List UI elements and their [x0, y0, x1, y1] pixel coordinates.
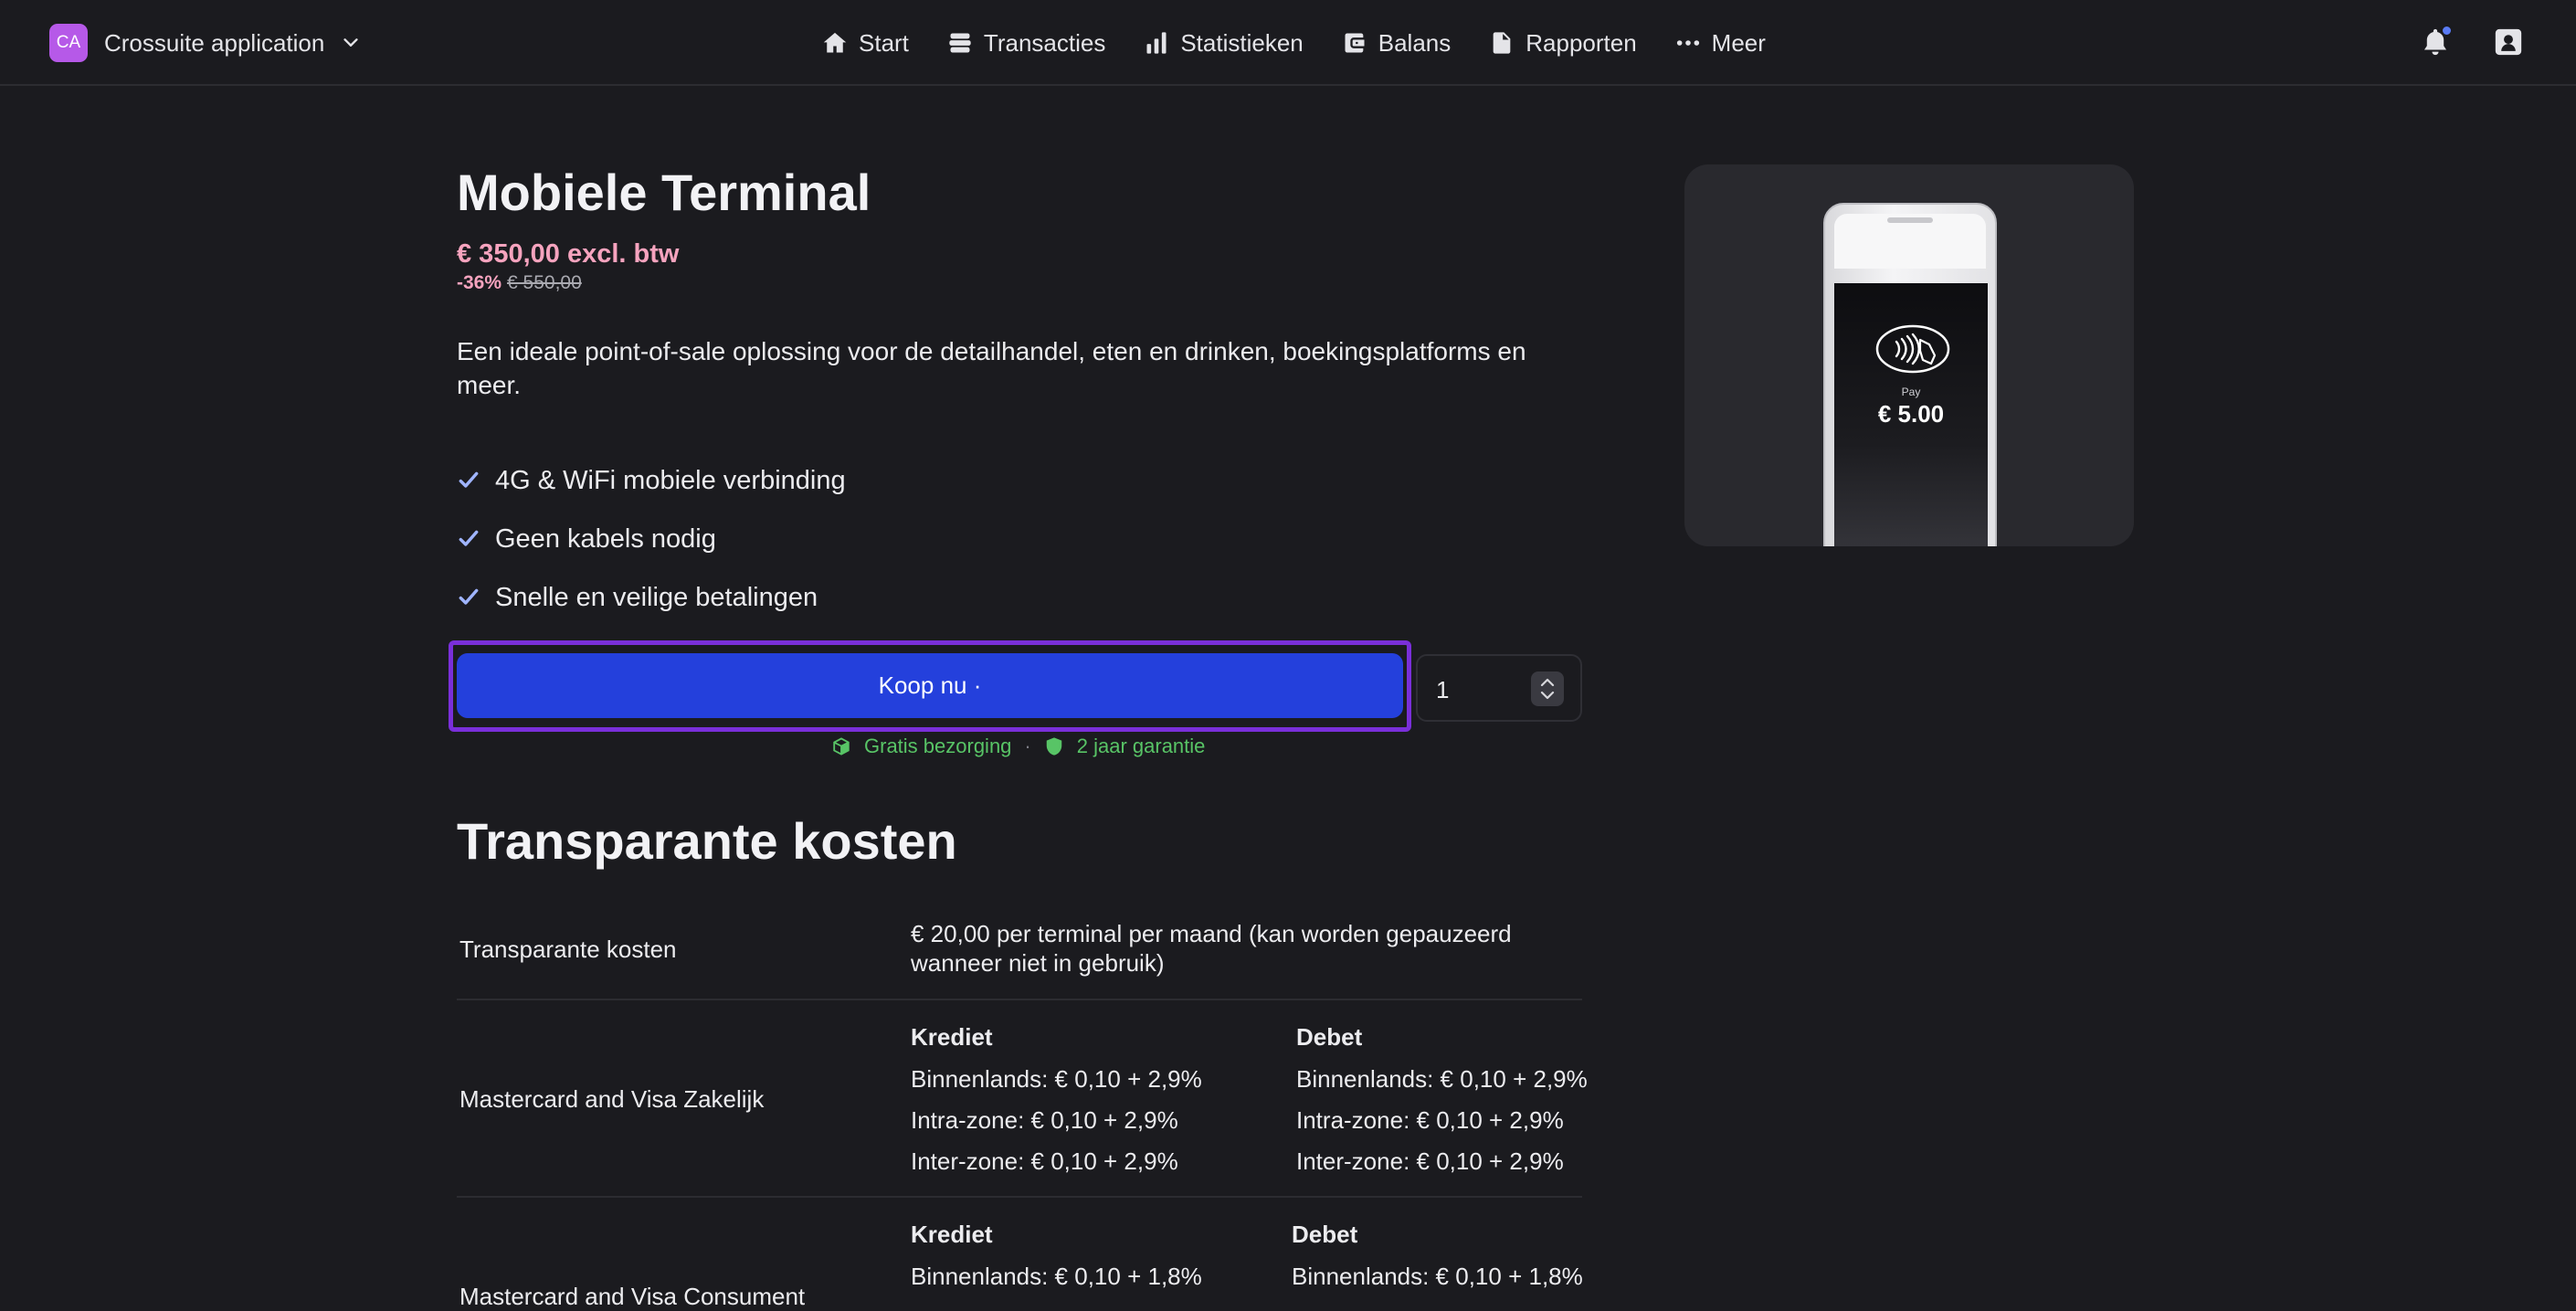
checkmark-icon — [459, 588, 479, 605]
debit-line: Binnenlands: € 0,10 + 2,9% — [1296, 1065, 1588, 1093]
nav-item-label: Statistieken — [1180, 28, 1304, 57]
product-price: € 350,00 excl. btw — [457, 239, 680, 269]
terminal-top — [1834, 214, 1986, 269]
product-image: Pay € 5.00 — [1684, 164, 2134, 546]
nav-item-label: Rapporten — [1526, 28, 1637, 57]
feature-label: 4G & WiFi mobiele verbinding — [495, 465, 846, 495]
terminal-screen: Pay € 5.00 — [1834, 283, 1988, 546]
quantity-stepper[interactable]: 1 — [1416, 654, 1582, 722]
nav-item-start[interactable]: Start — [822, 29, 909, 58]
credit-line: Inter-zone: € 0,10 + 2,9% — [911, 1147, 1178, 1175]
feature-item: Geen kabels nodig — [457, 510, 846, 568]
feature-label: Snelle en veilige betalingen — [495, 582, 818, 612]
credit-heading: Krediet — [911, 1221, 993, 1248]
terminal-illustration: Pay € 5.00 — [1823, 203, 1997, 546]
document-icon — [1493, 32, 1511, 54]
cost-row-label: Mastercard and Visa Zakelijk — [459, 1085, 765, 1113]
quantity-stepper-arrows[interactable] — [1531, 671, 1564, 706]
cost-row-text: € 20,00 per terminal per maand (kan word… — [911, 920, 1512, 977]
app-name: Crossuite application — [104, 28, 325, 57]
debit-heading: Debet — [1296, 1023, 1363, 1051]
notification-dot — [2441, 25, 2453, 37]
nav-item-label: Balans — [1378, 28, 1452, 57]
terminal-speaker — [1887, 217, 1933, 223]
credit-line: Intra-zone: € 0,10 + 2,9% — [911, 1106, 1178, 1134]
user-icon — [2495, 28, 2522, 56]
nav-item-balans[interactable]: Balans — [1342, 28, 1452, 58]
chevron-down-icon — [343, 38, 358, 47]
perks-line: Gratis bezorging · 2 jaar garantie — [831, 735, 1205, 758]
app-switcher[interactable]: CA Crossuite application — [49, 23, 361, 63]
more-dots-icon — [1676, 40, 1699, 46]
home-icon — [823, 32, 847, 53]
nav-item-label: Transacties — [983, 28, 1106, 57]
bar-chart-icon — [1146, 32, 1167, 54]
nav-item-label: Start — [859, 28, 909, 57]
nav-item-statistieken[interactable]: Statistieken — [1144, 28, 1304, 58]
credit-heading: Krediet — [911, 1023, 993, 1051]
feature-item: Snelle en veilige betalingen — [457, 568, 846, 627]
debit-line: Inter-zone: € 0,10 + 2,9% — [1296, 1147, 1564, 1175]
row-divider — [457, 999, 1582, 1000]
warranty-label: 2 jaar garantie — [1076, 735, 1206, 757]
main-nav: Start Transacties Statistieken Balans Ra… — [822, 20, 1766, 66]
feature-list: 4G & WiFi mobiele verbinding Geen kabels… — [457, 451, 846, 627]
shield-icon — [1046, 737, 1061, 756]
costs-heading: Transparante kosten — [457, 812, 957, 870]
debit-heading: Debet — [1292, 1221, 1358, 1248]
checkmark-icon — [459, 471, 479, 488]
perk-separator: · — [1024, 735, 1031, 757]
notifications-button[interactable] — [2417, 24, 2454, 60]
checkmark-icon — [459, 530, 479, 546]
stack-icon — [949, 33, 971, 53]
free-delivery-label: Gratis bezorging — [864, 735, 1012, 757]
product-description: Een ideale point-of-sale oplossing voor … — [457, 337, 1526, 399]
nav-item-rapporten[interactable]: Rapporten — [1489, 28, 1637, 58]
buy-now-button[interactable]: Koop nu · — [457, 653, 1403, 718]
credit-line: Binnenlands: € 0,10 + 1,8% — [911, 1263, 1202, 1290]
page-title: Mobiele Terminal — [457, 164, 871, 221]
nav-item-label: Meer — [1711, 28, 1766, 57]
feature-label: Geen kabels nodig — [495, 523, 716, 554]
discount-percentage: -36% — [457, 272, 502, 293]
up-down-chevron-icon — [1540, 678, 1555, 700]
row-divider — [457, 1196, 1582, 1198]
top-navigation-bar: CA Crossuite application Start Transacti… — [0, 0, 2576, 86]
credit-line: Binnenlands: € 0,10 + 2,9% — [911, 1065, 1202, 1093]
quantity-value[interactable]: 1 — [1436, 676, 1449, 704]
old-price: € 550,00 — [507, 272, 582, 293]
top-icons — [2417, 24, 2527, 60]
pay-amount: € 5.00 — [1877, 400, 1945, 428]
wallet-icon — [1345, 33, 1365, 53]
pay-label: Pay — [1901, 386, 1921, 398]
debit-line: Binnenlands: € 0,10 + 1,8% — [1292, 1263, 1583, 1290]
nav-item-transacties[interactable]: Transacties — [947, 29, 1105, 58]
discount-info: -36% € 550,00 — [457, 272, 582, 294]
app-avatar: CA — [49, 24, 88, 62]
account-button[interactable] — [2490, 24, 2527, 60]
cost-row-label: Transparante kosten — [459, 936, 677, 963]
contactless-icon — [1875, 324, 1950, 374]
debit-line: Intra-zone: € 0,10 + 2,9% — [1296, 1106, 1564, 1134]
nav-item-meer[interactable]: Meer — [1675, 29, 1766, 58]
package-icon — [833, 737, 850, 756]
feature-item: 4G & WiFi mobiele verbinding — [457, 451, 846, 510]
